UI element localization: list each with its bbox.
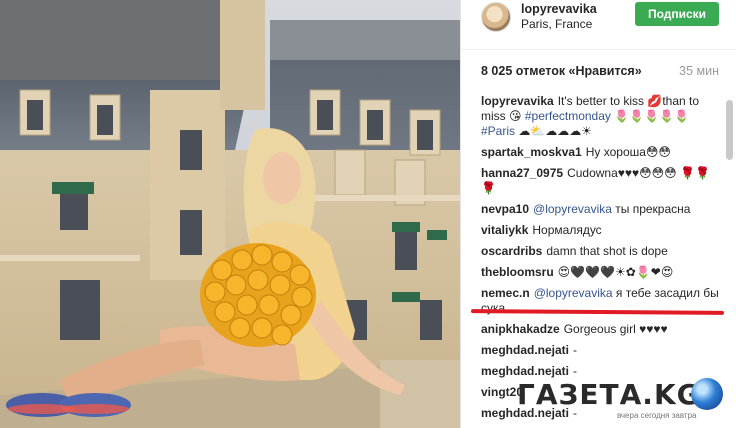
comment-username[interactable]: hanna27_0975 <box>481 166 563 180</box>
comment-text: ☁⛅☁☁☁☀ <box>515 124 593 138</box>
comment-link[interactable]: #Paris <box>481 124 515 138</box>
photo-illustration <box>0 0 460 428</box>
comment-text: - <box>573 364 578 378</box>
comment-text: Ну хороша😳😳 <box>585 145 671 159</box>
comment-username[interactable]: lopyrevavika <box>481 94 554 108</box>
comment-username[interactable]: vitaliykk <box>481 223 528 237</box>
likes-count[interactable]: 8 025 отметок «Нравится» <box>481 64 642 78</box>
comment-text: 😍🖤🖤🖤☀✿🌷❤😍 <box>557 265 674 279</box>
comment-username[interactable]: meghdad.nejati <box>481 343 569 357</box>
post-sidebar: lopyrevavika Paris, France Подписки 8 02… <box>460 0 736 428</box>
comment-item: oscardribs damn that shot is dope <box>481 244 721 259</box>
comment-username[interactable]: meghdad.nejati <box>481 364 569 378</box>
comment-text: damn that shot is dope <box>546 244 668 258</box>
comment-text: - <box>573 343 578 357</box>
comment-item: spartak_moskva1 Ну хороша😳😳 <box>481 145 721 160</box>
globe-icon <box>691 378 723 410</box>
post-stats: 8 025 отметок «Нравится» 35 мин <box>461 62 736 82</box>
comment-item: hanna27_0975 Cudowna♥♥♥😳😳😳 🌹🌹🌹 <box>481 166 721 196</box>
comment-link[interactable]: @lopyrevavika <box>534 286 613 300</box>
avatar[interactable] <box>481 2 511 32</box>
comment-item: nevpa10 @lopyrevavika ты прекрасна <box>481 202 721 217</box>
rose-bouquet <box>200 243 316 347</box>
comment-item: lopyrevavika It's better to kiss 💋than to… <box>481 94 721 139</box>
watermark-logo: ГАЗЕТА.KG вчера сегодня завтра <box>517 378 727 422</box>
post-header: lopyrevavika Paris, France Подписки <box>461 0 736 50</box>
comment-username[interactable]: nemec.n <box>481 286 530 300</box>
comment-username[interactable]: oscardribs <box>481 244 542 258</box>
comment-text: 🌷🌷🌷🌷🌷 <box>610 109 689 123</box>
comment-text: Нормалядус <box>532 223 602 237</box>
post-photo[interactable] <box>0 0 460 428</box>
post-username[interactable]: lopyrevavika <box>521 2 597 16</box>
scrollbar[interactable] <box>726 100 733 160</box>
comment-item: vitaliykk Нормалядус <box>481 223 721 238</box>
post-location[interactable]: Paris, France <box>521 17 592 31</box>
comment-item: thebloomsru 😍🖤🖤🖤☀✿🌷❤😍 <box>481 265 721 280</box>
comment-username[interactable]: anipkhakadze <box>481 322 560 336</box>
comment-link[interactable]: @lopyrevavika <box>533 202 612 216</box>
comment-text: Gorgeous girl ♥♥♥♥ <box>563 322 668 336</box>
comment-item: anipkhakadze Gorgeous girl ♥♥♥♥ <box>481 322 721 337</box>
comment-item: meghdad.nejati - <box>481 364 721 379</box>
comment-link[interactable]: #perfectmonday <box>525 109 611 123</box>
comment-username[interactable]: nevpa10 <box>481 202 529 216</box>
comment-text: ты прекрасна <box>611 202 691 216</box>
follow-button[interactable]: Подписки <box>635 2 719 26</box>
comment-item: meghdad.nejati - <box>481 343 721 358</box>
watermark-brand: ГАЗЕТА.KG <box>517 378 701 411</box>
watermark-tagline: вчера сегодня завтра <box>617 411 697 420</box>
post-time[interactable]: 35 мин <box>679 64 719 78</box>
comment-username[interactable]: thebloomsru <box>481 265 554 279</box>
comment-username[interactable]: spartak_moskva1 <box>481 145 582 159</box>
